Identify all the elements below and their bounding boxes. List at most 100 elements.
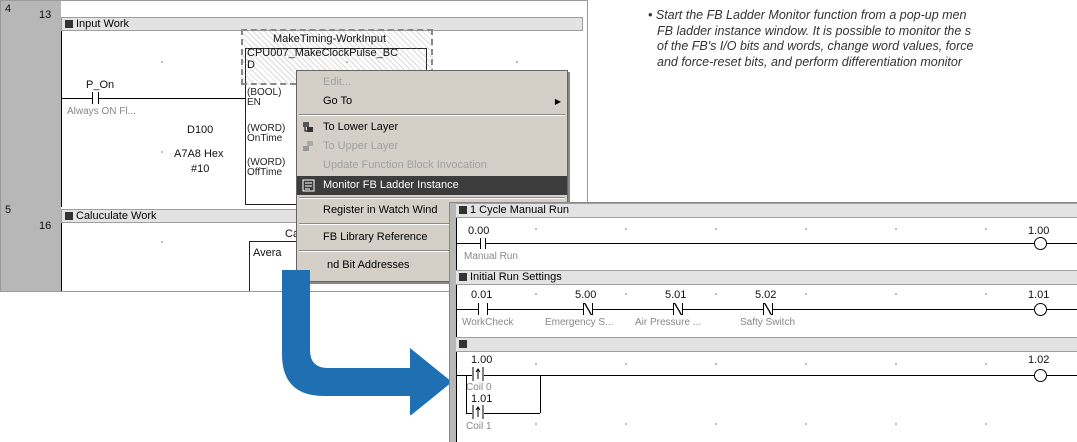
contact-address: 1.01 xyxy=(471,393,493,405)
wire xyxy=(1047,309,1077,310)
grid-dot xyxy=(535,228,537,230)
grid-dot xyxy=(985,423,987,425)
coil-address: 1.02 xyxy=(1028,354,1050,366)
rung-number: 16 xyxy=(39,220,52,232)
output-coil[interactable] xyxy=(1034,237,1047,250)
rung-marker-icon xyxy=(459,206,467,214)
grid-dot xyxy=(895,423,897,425)
fb-instance-name: MakeTiming-WorkInput xyxy=(273,33,387,45)
contact-comment: Always ON Fl... xyxy=(67,106,136,117)
nc-contact[interactable] xyxy=(763,303,773,315)
grid-dot xyxy=(161,151,163,153)
contact-comment: Safty Switch xyxy=(740,317,796,328)
fb-ladder-monitor-window[interactable]: 1 Cycle Manual Run 0.00 Manual Run 1.00 … xyxy=(449,202,1077,442)
rung-header-1-cycle-manual-run[interactable]: 1 Cycle Manual Run xyxy=(456,203,1077,218)
menu-separator xyxy=(299,114,565,116)
fb-input-en: (BOOL) EN xyxy=(247,87,282,108)
rung-gutter xyxy=(1,1,61,291)
no-contact[interactable] xyxy=(478,303,488,315)
grid-dot xyxy=(535,293,537,295)
submenu-arrow-icon: ▶ xyxy=(554,97,561,106)
menu-item-edit[interactable]: Edit... xyxy=(297,73,567,92)
offtime-value-hex: A7A8 Hex xyxy=(174,148,224,160)
grid-dot xyxy=(715,363,717,365)
caption-bullet: • xyxy=(648,8,653,22)
menu-item-label: Go To xyxy=(323,95,353,107)
contact-label: P_On xyxy=(86,79,115,91)
menu-item-label: FB Library Reference xyxy=(323,231,428,243)
grid-dot xyxy=(346,61,348,63)
rung-marker-icon xyxy=(459,273,467,281)
grid-dot xyxy=(535,423,537,425)
rising-edge-contact[interactable] xyxy=(472,405,484,419)
menu-item-label: Monitor FB Ladder Instance xyxy=(323,179,459,191)
grid-dot xyxy=(516,61,518,63)
menu-item-label: Register in Watch Wind xyxy=(323,204,438,216)
contact-comment: Emergency S... xyxy=(545,317,614,328)
contact-address: 5.02 xyxy=(755,289,777,301)
description-caption: • Start the FB Ladder Monitor function f… xyxy=(648,8,1077,70)
wire xyxy=(457,243,480,244)
rising-edge-contact[interactable] xyxy=(472,367,484,381)
nc-contact[interactable] xyxy=(583,303,593,315)
rung-title: Input Work xyxy=(76,18,129,30)
ontime-value: D100 xyxy=(187,124,214,136)
rising-edge-icon xyxy=(472,367,484,381)
rung-marker-icon xyxy=(65,212,73,220)
grid-dot xyxy=(895,363,897,365)
caption-line-1: Start the FB Ladder Monitor function fro… xyxy=(655,8,967,22)
menu-item-to-upper-layer[interactable]: To Upper Layer xyxy=(297,137,567,156)
grid-dot xyxy=(985,228,987,230)
output-coil[interactable] xyxy=(1034,369,1047,382)
grid-dot xyxy=(985,293,987,295)
wire xyxy=(457,309,1034,310)
rung-marker-icon xyxy=(65,20,73,28)
contact-comment: WorkCheck xyxy=(462,317,514,328)
rung-title: Initial Run Settings xyxy=(470,271,562,283)
rung-header-blank[interactable] xyxy=(456,337,1077,352)
coil-address: 1.00 xyxy=(1028,225,1050,237)
caption-line-3: of the FB's I/O bits and words, change w… xyxy=(657,39,974,53)
contact-comment: Manual Run xyxy=(464,251,518,262)
contact-address: 5.01 xyxy=(665,289,687,301)
left-power-rail xyxy=(456,218,457,442)
coil-address: 1.01 xyxy=(1028,289,1050,301)
rung-number: 13 xyxy=(39,9,52,21)
grid-dot xyxy=(625,363,627,365)
nc-contact[interactable] xyxy=(673,303,683,315)
grid-dot xyxy=(805,423,807,425)
wire xyxy=(540,375,541,413)
fb-type-name: Avera xyxy=(253,247,282,259)
contact-address: 5.00 xyxy=(575,289,597,301)
wire xyxy=(466,375,467,413)
fb-input-ontime: (WORD) OnTime xyxy=(247,123,286,144)
output-coil[interactable] xyxy=(1034,303,1047,316)
upper-layer-icon xyxy=(303,141,313,151)
rung-left-number: 4 xyxy=(5,3,12,15)
rung-marker-icon xyxy=(459,340,467,348)
wire xyxy=(486,243,1034,244)
menu-separator xyxy=(299,197,565,199)
menu-item-monitor-fb-ladder-instance[interactable]: Monitor FB Ladder Instance xyxy=(297,176,567,195)
offtime-value-const: #10 xyxy=(191,163,210,175)
grid-dot xyxy=(715,423,717,425)
menu-item-label: Update Function Block Invocation xyxy=(323,159,487,171)
left-power-rail xyxy=(61,223,62,291)
left-power-rail xyxy=(61,31,62,207)
grid-dot xyxy=(625,293,627,295)
grid-dot xyxy=(985,363,987,365)
caption-line-2: FB ladder instance window. It is possibl… xyxy=(657,23,972,38)
wire xyxy=(99,98,245,99)
rung-header-initial-run-settings[interactable]: Initial Run Settings xyxy=(456,270,1077,285)
menu-item-label: To Upper Layer xyxy=(323,140,399,152)
wire xyxy=(62,98,92,99)
wire xyxy=(1047,375,1077,376)
wire xyxy=(457,375,1034,376)
contact-address: 0.00 xyxy=(468,225,490,237)
menu-item-go-to[interactable]: Go To ▶ xyxy=(297,92,567,111)
menu-item-update-fb-invocation[interactable]: Update Function Block Invocation xyxy=(297,156,567,175)
menu-item-label: Edit... xyxy=(323,76,352,88)
contact-address: 0.01 xyxy=(471,289,493,301)
fb-d-label: D xyxy=(247,59,255,71)
menu-item-to-lower-layer[interactable]: To Lower Layer xyxy=(297,118,567,137)
